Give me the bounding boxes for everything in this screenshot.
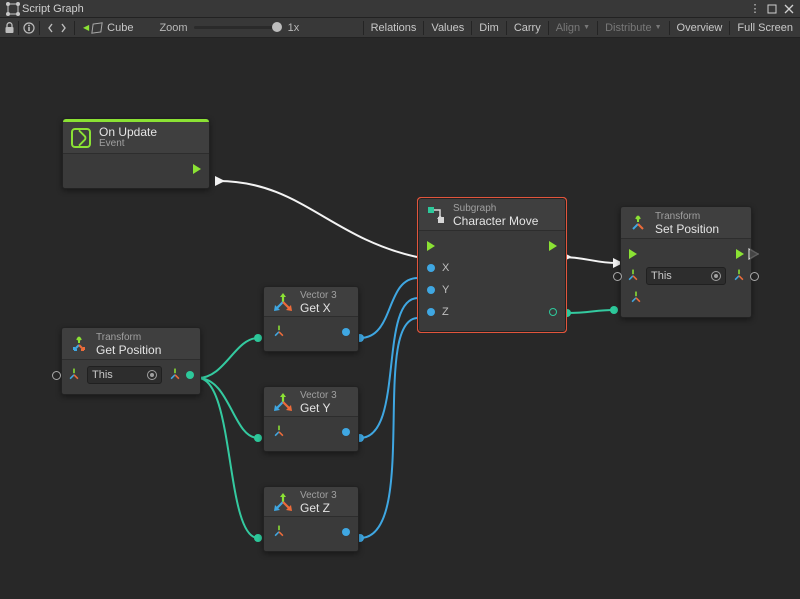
flow-out-port[interactable] [736,249,744,259]
node-title: Get X [300,302,337,314]
vector3-out-port[interactable] [186,371,194,379]
event-icon [71,128,91,148]
node-subgraph-character-move[interactable]: Subgraph Character Move X Y Z [418,198,566,332]
float-out-port[interactable] [342,328,350,336]
kebab-menu-icon[interactable]: ⋮ [748,2,762,16]
relations-button[interactable]: Relations [364,18,424,37]
distribute-button[interactable]: Distribute▼ [598,18,668,37]
cube-icon [91,22,102,34]
vector3-out-icon [168,367,182,384]
node-subtitle: Event [99,138,157,150]
overview-button[interactable]: Overview [670,18,730,37]
node-title: Set Position [655,223,719,235]
flow-out-port[interactable] [193,164,201,174]
flow-in-port[interactable] [427,241,435,251]
port-label-z: Z [442,306,449,318]
graph-canvas[interactable]: On Update Event Transform Get Position [0,38,800,599]
vector3-icon [272,493,294,511]
node-category: Vector 3 [300,390,337,402]
subgraph-icon [427,206,445,224]
breadcrumb[interactable]: ◀ Cube [75,22,141,34]
node-title: On Update [99,126,157,138]
vector3-in-icon [629,290,643,307]
node-category: Subgraph [453,203,538,215]
transform-mini-icon [67,367,81,384]
window-titlebar: Script Graph ⋮ [0,0,800,18]
vector3-icon [272,393,294,411]
vector3-in-icon [272,524,286,541]
z-in-port[interactable] [427,308,435,316]
node-category: Transform [96,332,161,344]
vector3-in-icon [272,424,286,441]
node-on-update[interactable]: On Update Event [62,118,210,189]
vector3-in-icon [272,324,286,341]
object-field-value: This [651,270,672,282]
transform-icon [629,214,647,232]
node-get-z[interactable]: Vector 3Get Z [263,486,359,552]
info-icon[interactable] [19,18,39,37]
transform-icon [70,335,88,353]
x-in-port[interactable] [427,264,435,272]
node-set-position[interactable]: Transform Set Position This [620,206,752,318]
node-title: Get Y [300,402,337,414]
y-in-port[interactable] [427,286,435,294]
values-button[interactable]: Values [424,18,471,37]
toolbar: ◀ Cube Zoom 1x Relations Values Dim Carr… [0,18,800,38]
dim-button[interactable]: Dim [472,18,506,37]
target-in-port[interactable] [52,371,61,380]
zoom-value: 1x [288,22,300,34]
target-in-port[interactable] [613,272,622,281]
zoom-slider[interactable] [194,26,282,29]
vector3-icon [272,293,294,311]
carry-button[interactable]: Carry [507,18,548,37]
zoom-label: Zoom [159,22,187,34]
float-out-port[interactable] [342,428,350,436]
vector3-out-icon [732,268,746,285]
float-out-port[interactable] [342,528,350,536]
port-label-x: X [442,262,449,274]
flow-out-port[interactable] [549,241,557,251]
node-get-x[interactable]: Vector 3Get X [263,286,359,352]
vector3-out-port[interactable] [549,308,557,316]
align-button[interactable]: Align▼ [549,18,597,37]
flow-out-trigger-icon[interactable] [750,248,759,260]
flow-in-port[interactable] [629,249,637,259]
zoom-control: Zoom 1x [159,22,299,34]
close-icon[interactable] [782,2,796,16]
node-title: Character Move [453,215,538,227]
object-field[interactable]: This [646,267,726,285]
node-get-y[interactable]: Vector 3Get Y [263,386,359,452]
port-label-y: Y [442,284,449,296]
object-field[interactable]: This [87,366,162,384]
script-graph-icon [4,0,22,18]
vector3-out-port[interactable] [750,272,759,281]
node-category: Transform [655,211,719,223]
fullscreen-button[interactable]: Full Screen [730,18,800,37]
transform-mini-icon [626,268,640,285]
node-title: Get Z [300,502,337,514]
lock-icon[interactable] [0,18,18,37]
window-title: Script Graph [22,3,84,15]
node-get-position[interactable]: Transform Get Position This [61,327,201,395]
node-title: Get Position [96,344,161,356]
breadcrumb-label: Cube [107,22,133,34]
node-category: Vector 3 [300,490,337,502]
node-category: Vector 3 [300,290,337,302]
maximize-icon[interactable] [765,2,779,16]
object-field-value: This [92,369,113,381]
graph-view-toggle[interactable] [40,18,74,37]
